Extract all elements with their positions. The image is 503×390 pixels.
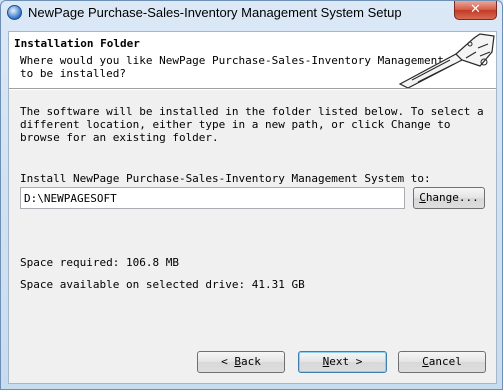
space-required-text: Space required: 106.8 MB bbox=[20, 256, 179, 269]
cancel-accel: C bbox=[422, 355, 429, 368]
cancel-label: ancel bbox=[428, 355, 462, 368]
change-accel: C bbox=[419, 191, 426, 204]
back-accel: B bbox=[234, 355, 241, 368]
cancel-button[interactable]: Cancel bbox=[398, 351, 486, 373]
change-label: hange... bbox=[425, 191, 479, 204]
close-icon: ✕ bbox=[470, 2, 481, 17]
back-prefix: < bbox=[221, 355, 235, 368]
window-title: NewPage Purchase-Sales-Inventory Managem… bbox=[28, 5, 402, 20]
install-path-label: Install NewPage Purchase-Sales-Inventory… bbox=[20, 172, 431, 185]
space-available-text: Space available on selected drive: 41.31… bbox=[20, 278, 305, 291]
dialog-client-area: Installation Folder Where would you like… bbox=[8, 31, 497, 384]
wizard-header: Installation Folder Where would you like… bbox=[9, 32, 496, 88]
instructions-text: The software will be installed in the fo… bbox=[20, 105, 484, 144]
title-bar[interactable]: NewPage Purchase-Sales-Inventory Managem… bbox=[1, 1, 502, 25]
setup-window: NewPage Purchase-Sales-Inventory Managem… bbox=[0, 0, 503, 390]
page-title: Installation Folder bbox=[14, 37, 140, 50]
back-label: ack bbox=[241, 355, 261, 368]
next-label: ext > bbox=[329, 355, 363, 368]
next-button[interactable]: Next > bbox=[298, 351, 387, 373]
close-button[interactable]: ✕ bbox=[454, 1, 497, 20]
installer-banner-icon bbox=[398, 32, 496, 88]
back-button[interactable]: < Back bbox=[197, 351, 285, 373]
install-path-field[interactable] bbox=[20, 187, 405, 209]
change-button[interactable]: Change... bbox=[413, 187, 485, 209]
header-divider-highlight bbox=[9, 89, 496, 90]
app-icon bbox=[7, 5, 22, 20]
